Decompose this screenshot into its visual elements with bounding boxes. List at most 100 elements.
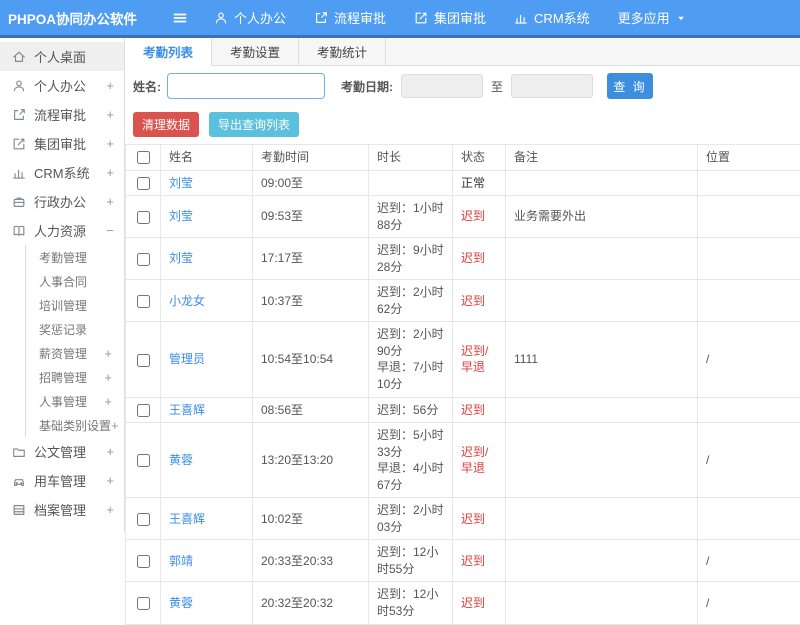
status-cell: 迟到 [453, 196, 506, 238]
search-button[interactable]: 查 询 [607, 73, 653, 99]
employee-name-link[interactable]: 黄蓉 [169, 453, 193, 467]
sidebar-item-project-mgmt[interactable]: 项目管理+ [0, 524, 124, 532]
status-badge: 迟到/早退 [461, 445, 488, 476]
sidebar-item-workflow-approval[interactable]: 流程审批+ [0, 100, 124, 129]
expand-toggle-icon[interactable]: + [106, 473, 114, 488]
employee-name-link[interactable]: 小龙女 [169, 294, 205, 308]
row-checkbox-cell [126, 540, 161, 582]
expand-toggle-icon[interactable]: + [104, 346, 112, 361]
row-checkbox[interactable] [137, 513, 150, 526]
name-filter-input[interactable] [167, 73, 325, 99]
sidebar-item-admin-office[interactable]: 行政办公 + [0, 187, 124, 216]
nav-item-crm[interactable]: CRM系统 [514, 8, 590, 27]
expand-toggle-icon[interactable]: + [104, 394, 112, 409]
date-from-input[interactable] [401, 74, 483, 98]
sidebar-subitem-hr-contract[interactable]: 人事合同 [26, 269, 124, 293]
time-cell: 17:17至 [253, 238, 369, 280]
nav-item-personal-office[interactable]: 个人办公 [214, 8, 286, 27]
employee-name-link[interactable]: 王喜辉 [169, 403, 205, 417]
sidebar-subitem-recruit-mgmt[interactable]: 招聘管理+ [26, 365, 124, 389]
sidebar-item-label: 行政办公 [34, 192, 86, 211]
action-bar: 清理数据 导出查询列表 [125, 106, 800, 142]
sidebar-item-document-mgmt[interactable]: 公文管理+ [0, 437, 124, 466]
row-checkbox[interactable] [137, 295, 150, 308]
sidebar-item-crm[interactable]: CRM系统+ [0, 158, 124, 187]
nav-item-workflow-approval[interactable]: 流程审批 [314, 8, 386, 27]
row-checkbox[interactable] [137, 177, 150, 190]
briefcase-icon [12, 195, 26, 209]
expand-toggle-icon[interactable]: + [106, 444, 114, 459]
time-cell: 10:02至 [253, 498, 369, 540]
sidebar-item-group-approval[interactable]: 集团审批+ [0, 129, 124, 158]
location-cell [698, 170, 800, 196]
employee-name-link[interactable]: 刘莹 [169, 176, 193, 190]
duration-cell: 迟到：2小时62分 [369, 280, 453, 322]
employee-name-link[interactable]: 黄蓉 [169, 596, 193, 610]
edit-icon [414, 11, 428, 25]
row-checkbox[interactable] [137, 253, 150, 266]
duration-cell: 迟到：56分 [369, 397, 453, 423]
sidebar-subitem-personnel-mgmt[interactable]: 人事管理+ [26, 389, 124, 413]
row-checkbox[interactable] [137, 354, 150, 367]
sidebar-item-vehicle-mgmt[interactable]: 用车管理+ [0, 466, 124, 495]
employee-name-link[interactable]: 刘莹 [169, 209, 193, 223]
sidebar-subitem-label: 基础类别设置 [39, 417, 111, 434]
duration-cell: 迟到：9小时28分 [369, 238, 453, 280]
sidebar: 个人桌面个人办公+流程审批+集团审批+CRM系统+行政办公+人力资源−考勤管理人… [0, 38, 125, 532]
archive-icon [12, 503, 26, 517]
tab-attendance-list[interactable]: 考勤列表 [125, 38, 212, 66]
sidebar-item-personal-desktop[interactable]: 个人桌面 [0, 42, 124, 71]
employee-name-link[interactable]: 王喜辉 [169, 512, 205, 526]
remark-cell [506, 498, 698, 540]
expand-toggle-icon[interactable]: + [106, 107, 114, 122]
expand-toggle-icon[interactable]: + [106, 194, 114, 209]
sidebar-subitem-label: 薪资管理 [39, 345, 87, 362]
nav-item-group-approval[interactable]: 集团审批 [414, 8, 486, 27]
table-row: 王喜辉10:02至迟到：2小时03分迟到 [126, 498, 800, 540]
expand-toggle-icon[interactable]: + [106, 136, 114, 151]
row-checkbox-cell [126, 498, 161, 540]
row-checkbox[interactable] [137, 211, 150, 224]
hamburger-menu-icon[interactable] [172, 10, 188, 26]
row-checkbox[interactable] [137, 404, 150, 417]
sidebar-subitem-attendance-mgmt[interactable]: 考勤管理 [26, 245, 124, 269]
nav-item-more-apps[interactable]: 更多应用 [618, 8, 686, 27]
remark-cell [506, 238, 698, 280]
name-cell: 王喜辉 [161, 498, 253, 540]
column-header: 姓名 [161, 145, 253, 171]
sidebar-submenu: 考勤管理人事合同培训管理奖惩记录薪资管理+招聘管理+人事管理+基础类别设置+ [25, 245, 124, 437]
tab-attendance-stats[interactable]: 考勤统计 [299, 38, 386, 65]
expand-toggle-icon[interactable]: − [106, 223, 114, 238]
employee-name-link[interactable]: 郭靖 [169, 554, 193, 568]
row-checkbox[interactable] [137, 454, 150, 467]
sidebar-item-human-resources[interactable]: 人力资源− [0, 216, 124, 245]
export-list-button[interactable]: 导出查询列表 [209, 112, 299, 137]
employee-name-link[interactable]: 刘莹 [169, 251, 193, 265]
clean-data-button[interactable]: 清理数据 [133, 112, 199, 137]
employee-name-link[interactable]: 管理员 [169, 352, 205, 366]
expand-toggle-icon[interactable]: + [104, 370, 112, 385]
sidebar-subitem-training-mgmt[interactable]: 培训管理 [26, 293, 124, 317]
row-checkbox[interactable] [137, 597, 150, 610]
sidebar-subitem-salary-mgmt[interactable]: 薪资管理 + [26, 341, 124, 365]
remark-cell [506, 170, 698, 196]
sidebar-item-personal-office[interactable]: 个人办公+ [0, 71, 124, 100]
row-checkbox-cell [126, 582, 161, 624]
sidebar-subitem-reward-punishment[interactable]: 奖惩记录 [26, 317, 124, 341]
duration-line: 迟到：5小时33分 [377, 427, 444, 460]
tab-attendance-settings[interactable]: 考勤设置 [212, 38, 299, 65]
sidebar-subitem-base-category-settings[interactable]: 基础类别设置+ [26, 413, 124, 437]
expand-toggle-icon[interactable]: + [106, 165, 114, 180]
car-icon [12, 474, 26, 488]
expand-toggle-icon[interactable]: + [111, 418, 119, 433]
row-checkbox[interactable] [137, 555, 150, 568]
expand-toggle-icon[interactable]: + [106, 502, 114, 517]
expand-toggle-icon[interactable]: + [106, 78, 114, 93]
remark-cell [506, 582, 698, 624]
duration-line: 迟到：12小时53分 [377, 586, 444, 619]
table-row: 郭靖20:33至20:33迟到：12小时55分迟到/ [126, 540, 800, 582]
date-to-input[interactable] [511, 74, 593, 98]
time-cell: 13:20至13:20 [253, 423, 369, 498]
select-all-checkbox[interactable] [137, 151, 150, 164]
sidebar-item-archive-mgmt[interactable]: 档案管理+ [0, 495, 124, 524]
